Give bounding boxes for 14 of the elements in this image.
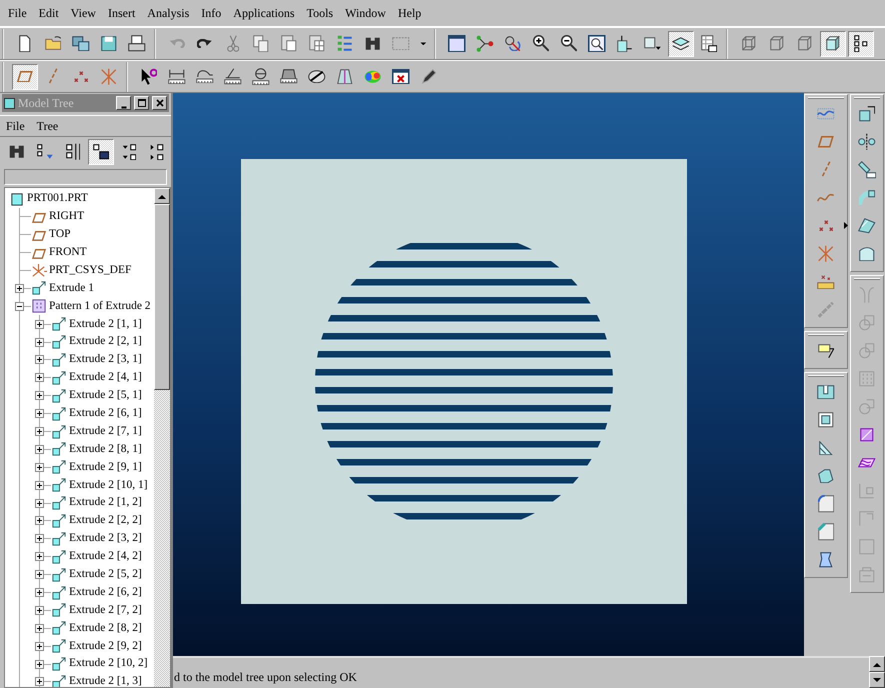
menu-item[interactable]: File bbox=[2, 4, 33, 22]
menu-item[interactable]: Window bbox=[339, 4, 392, 22]
menu-item[interactable]: Insert bbox=[102, 4, 142, 22]
message-text: d to the model tree upon selecting OK bbox=[173, 669, 358, 686]
menu-item[interactable]: Tools bbox=[300, 4, 340, 22]
menu-item[interactable]: Info bbox=[195, 4, 228, 22]
menu-item[interactable]: Applications bbox=[227, 4, 301, 22]
menu-item[interactable]: Analysis bbox=[141, 4, 196, 22]
menu-item[interactable]: Help bbox=[392, 4, 428, 22]
menu-item[interactable]: File bbox=[0, 117, 31, 135]
panel-title: Model Tree bbox=[18, 95, 75, 112]
menu-item[interactable]: Edit bbox=[32, 4, 65, 22]
menu-item[interactable]: View bbox=[64, 4, 102, 22]
menu-item[interactable]: Tree bbox=[30, 117, 64, 135]
